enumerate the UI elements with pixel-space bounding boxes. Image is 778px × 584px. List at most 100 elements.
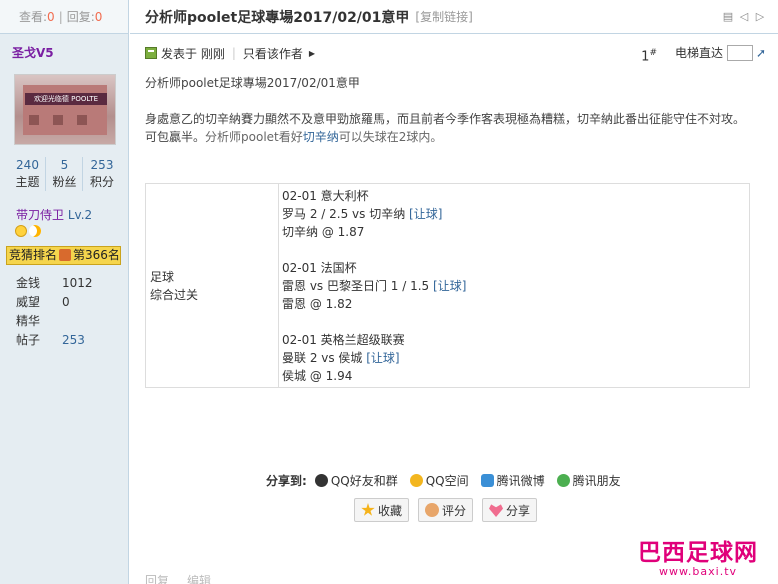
share-qzone[interactable]: QQ空间 bbox=[409, 472, 469, 489]
share-weibo-label: 腾讯微博 bbox=[496, 474, 545, 488]
favorite-label: 收藏 bbox=[378, 503, 403, 518]
floor-number: 1# bbox=[641, 48, 657, 64]
replies-count: 0 bbox=[94, 9, 103, 24]
author-stats: 240 主题 5 粉丝 253 积分 bbox=[10, 157, 120, 191]
stat-label: 积分 bbox=[89, 175, 114, 189]
stat-points[interactable]: 253 积分 bbox=[84, 157, 120, 191]
info-key: 帖子 bbox=[16, 333, 41, 347]
tip-pick: 切辛纳 @ 1.87 bbox=[282, 225, 365, 239]
share-button[interactable]: 分享 bbox=[482, 498, 538, 522]
handicap-link[interactable]: [让球] bbox=[433, 279, 466, 293]
thumbs-up-icon bbox=[425, 503, 440, 517]
tip-item: 02-01 英格兰超级联赛 曼联 2 vs 侯城 [让球] 侯城 @ 1.94 bbox=[282, 331, 466, 385]
quiz-rank-badge[interactable]: 竞猜排名 第366名 bbox=[6, 246, 121, 265]
avatar-window bbox=[53, 115, 63, 125]
tip-match: 曼联 2 vs 侯城 [让球] bbox=[282, 349, 466, 367]
tip-list: 02-01 意大利杯 罗马 2 / 2.5 vs 切辛纳 [让球] 切辛纳 @ … bbox=[279, 184, 466, 387]
weibo-icon bbox=[480, 474, 494, 487]
share-tencent-friends[interactable]: 腾讯朋友 bbox=[556, 472, 621, 489]
tip-match: 雷恩 vs 巴黎圣日门 1 / 1.5 [让球] bbox=[282, 277, 466, 295]
user-rank[interactable]: 带刀侍卫 Lv.2 bbox=[16, 206, 92, 223]
share-bar: 分享到: QQ好友和群 QQ空间 腾讯微博 腾讯朋友 bbox=[266, 472, 633, 489]
stat-value: 240 bbox=[16, 158, 39, 172]
tip-item: 02-01 意大利杯 罗马 2 / 2.5 vs 切辛纳 [让球] 切辛纳 @ … bbox=[282, 187, 466, 241]
stats-separator: | bbox=[58, 9, 63, 24]
next-thread-icon[interactable]: ▷ bbox=[754, 11, 766, 23]
tip-date: 02-01 意大利杯 bbox=[282, 189, 369, 203]
tip-date: 02-01 英格兰超级联赛 bbox=[282, 333, 405, 347]
share-tencent-weibo[interactable]: 腾讯微博 bbox=[480, 472, 545, 489]
rate-button[interactable]: 评分 bbox=[418, 498, 474, 522]
rank-level: Lv.2 bbox=[67, 208, 93, 222]
floor-input[interactable] bbox=[727, 44, 753, 61]
thread-stats-bar: 查看: 0 | 回复: 0 bbox=[0, 0, 128, 34]
share-label: 分享到: bbox=[266, 474, 307, 488]
medal-icon bbox=[59, 249, 72, 261]
stat-label: 粉丝 bbox=[52, 175, 77, 189]
handicap-link[interactable]: [让球] bbox=[366, 351, 399, 365]
author-sidebar: 查看: 0 | 回复: 0 圣戈V5 欢迎光临德 POOLTE 240 主题 5… bbox=[0, 0, 129, 584]
qq-penguin-icon bbox=[314, 474, 328, 487]
copy-link[interactable]: [复制链接] bbox=[415, 8, 472, 25]
rank-icons bbox=[15, 225, 41, 237]
avatar-window bbox=[77, 115, 87, 125]
site-watermark: 巴西足球网 www.baxi.tv bbox=[638, 540, 758, 578]
avatar[interactable]: 欢迎光临德 POOLTE bbox=[14, 74, 116, 145]
share-qq-friends[interactable]: QQ好友和群 bbox=[314, 472, 398, 489]
share-button-label: 分享 bbox=[506, 503, 531, 518]
favorite-button[interactable]: 收藏 bbox=[354, 498, 410, 522]
share-qq-friends-label: QQ好友和群 bbox=[330, 474, 398, 488]
post-actions: 收藏 评分 分享 bbox=[354, 498, 538, 522]
post-line-title: 分析师poolet足球專場2017/02/01意甲 bbox=[145, 76, 360, 90]
tip-match-text: 罗马 2 / 2.5 vs 切辛纳 bbox=[282, 207, 410, 221]
info-row: 威望 0 bbox=[16, 293, 116, 312]
tip-pick: 雷恩 @ 1.82 bbox=[282, 297, 353, 311]
author-name[interactable]: 圣戈V5 bbox=[0, 34, 128, 66]
stat-value: 253 bbox=[90, 158, 114, 172]
reply-link[interactable]: 回复 bbox=[145, 572, 169, 584]
rate-label: 评分 bbox=[442, 503, 467, 518]
team-link[interactable]: 切辛纳 bbox=[303, 130, 339, 144]
only-author-link[interactable]: 只看该作者 bbox=[243, 45, 303, 62]
info-value: 0 bbox=[62, 295, 70, 309]
tip-pick: 侯城 @ 1.94 bbox=[282, 369, 353, 383]
author-info: 金钱 1012 威望 0 精华 帖子 253 bbox=[16, 274, 116, 350]
post-main: 分析师poolet足球專場2017/02/01意甲 [复制链接] ▤ ◁ ▷ 发… bbox=[130, 0, 778, 584]
stat-label: 主题 bbox=[15, 175, 40, 189]
tip-type: 综合过关 bbox=[150, 287, 199, 302]
post-footer: 回复 编辑 bbox=[145, 572, 211, 584]
star-icon bbox=[361, 503, 375, 516]
post-analyst-text: 分析师poolet看好 bbox=[205, 130, 303, 144]
tip-match-text: 曼联 2 vs 侯城 bbox=[282, 351, 367, 365]
post-time: 发表于 刚刚 bbox=[161, 46, 225, 61]
stat-topics[interactable]: 240 主题 bbox=[10, 157, 46, 191]
stat-value: 5 bbox=[60, 158, 69, 172]
info-value: 1012 bbox=[62, 276, 93, 290]
info-key: 金钱 bbox=[16, 276, 41, 290]
stat-fans[interactable]: 5 粉丝 bbox=[47, 157, 83, 191]
heart-icon bbox=[489, 504, 504, 517]
prev-thread-icon[interactable]: ◁ bbox=[738, 11, 750, 23]
smiley-icon bbox=[15, 225, 27, 237]
post-body: 分析师poolet足球專場2017/02/01意甲 身處意乙的切辛納賽力顯然不及… bbox=[145, 74, 755, 146]
friends-clover-icon bbox=[556, 474, 570, 487]
edit-link[interactable]: 编辑 bbox=[187, 572, 211, 584]
views-count: 0 bbox=[47, 9, 55, 24]
floor-nav: 1# 电梯直达 ➚ bbox=[641, 44, 768, 65]
elevator-label: 电梯直达 bbox=[674, 46, 723, 60]
print-icon[interactable]: ▤ bbox=[722, 11, 734, 23]
watermark-url: www.baxi.tv bbox=[658, 565, 738, 578]
post-title: 分析师poolet足球專場2017/02/01意甲 bbox=[145, 9, 410, 26]
handicap-link[interactable]: [让球] bbox=[409, 207, 442, 221]
badge-rank: 第366名 bbox=[73, 248, 120, 262]
posts-count-link[interactable]: 253 bbox=[62, 331, 85, 350]
share-friends-label: 腾讯朋友 bbox=[572, 474, 621, 488]
views-label: 查看: bbox=[19, 10, 48, 24]
tip-match-text: 雷恩 vs 巴黎圣日门 1 / 1.5 bbox=[282, 279, 434, 293]
watermark-title: 巴西足球网 bbox=[638, 540, 758, 566]
go-floor-icon[interactable]: ➚ bbox=[756, 47, 768, 59]
qzone-star-icon bbox=[409, 474, 423, 487]
tip-table: 足球 综合过关 02-01 意大利杯 罗马 2 / 2.5 vs 切辛纳 [让球… bbox=[145, 183, 750, 388]
title-tools: ▤ ◁ ▷ bbox=[722, 11, 766, 23]
meta-divider: | bbox=[231, 46, 236, 60]
